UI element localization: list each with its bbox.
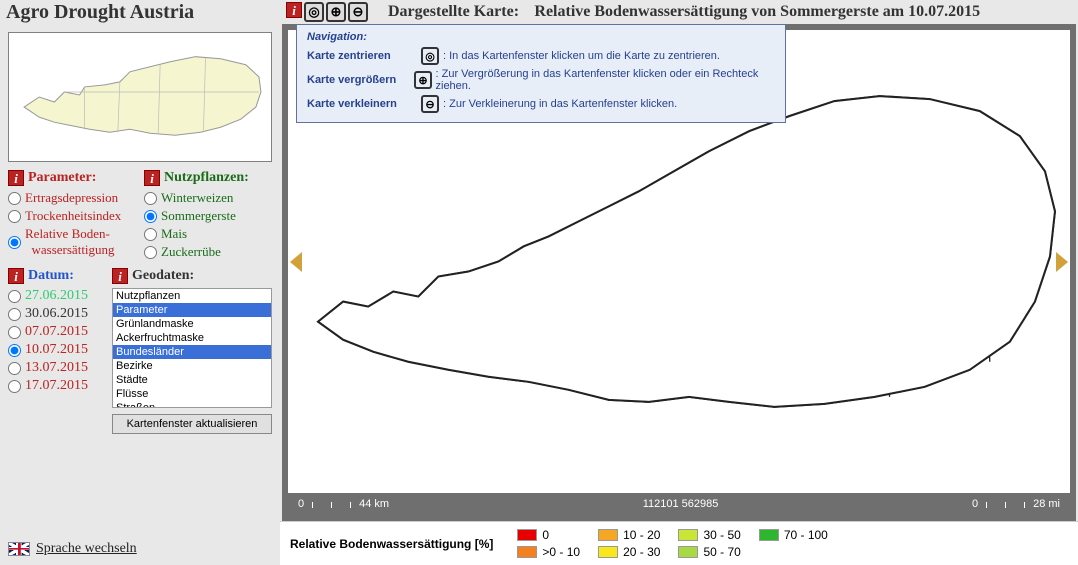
info-icon[interactable]: i [8,170,24,186]
legend-item: 50 - 70 [678,545,740,559]
cursor-coords: 112101 562985 [643,498,719,510]
listbox-item[interactable]: Parameter [113,303,271,317]
parameter-radio[interactable]: Relative Boden- wassersättigung [8,226,136,258]
overview-map[interactable] [8,32,272,162]
datum-heading: Datum: [28,268,74,284]
pan-right-icon[interactable] [1056,252,1068,272]
uk-flag-icon[interactable] [8,542,30,556]
minus-icon: ⊖ [421,95,439,113]
plus-icon: ⊕ [414,71,431,89]
date-radio[interactable]: 17.07.2015 [8,378,104,394]
parameter-radio[interactable]: Trockenheitsindex [8,208,136,224]
legend-item: >0 - 10 [517,545,580,559]
sidebar: iParameter: ErtragsdepressionTrockenheit… [0,24,280,565]
crop-radio[interactable]: Zuckerrübe [144,244,272,260]
legend-item: 20 - 30 [598,545,660,559]
crop-radio[interactable]: Sommergerste [144,208,272,224]
listbox-item[interactable]: Grünlandmaske [113,317,271,331]
legend-item: 10 - 20 [598,528,660,542]
legend: Relative Bodenwassersättigung [%] 0 >0 - … [280,521,1078,565]
crop-radio[interactable]: Mais [144,226,272,242]
listbox-item[interactable]: Ackerfruchtmaske [113,331,271,345]
date-radio[interactable]: 30.06.2015 [8,306,104,322]
date-radio[interactable]: 10.07.2015 [8,342,104,358]
zoom-out-icon[interactable]: ⊖ [348,2,368,22]
listbox-item[interactable]: Städte [113,373,271,387]
update-map-button[interactable]: Kartenfenster aktualisieren [112,414,272,434]
header: Agro Drought Austria i ◎ ⊕ ⊖ Dargestellt… [0,0,1078,24]
scale-bar: 0 44 km 112101 562985 0 28 mi [288,493,1070,515]
listbox-item[interactable]: Bezirke [113,359,271,373]
info-icon[interactable]: i [8,268,24,284]
legend-item: 70 - 100 [759,528,828,542]
crops-heading: Nutzpflanzen: [164,170,249,186]
info-icon[interactable]: i [112,268,128,284]
date-radio[interactable]: 07.07.2015 [8,324,104,340]
listbox-item[interactable]: Nutzpflanzen [113,289,271,303]
geodaten-heading: Geodaten: [132,268,194,284]
language-switch-link[interactable]: Sprache wechseln [36,541,137,557]
legend-item: 30 - 50 [678,528,740,542]
date-radio[interactable]: 13.07.2015 [8,360,104,376]
center-icon[interactable]: ◎ [304,2,324,22]
info-icon[interactable]: i [286,2,302,18]
listbox-item[interactable]: Straßen [113,401,271,408]
parameter-radio[interactable]: Ertragsdepression [8,190,136,206]
legend-item: 0 [517,528,580,542]
parameter-heading: Parameter: [28,170,96,186]
app-title: Agro Drought Austria [6,1,286,24]
target-icon: ◎ [421,47,439,65]
info-icon[interactable]: i [144,170,160,186]
geodaten-listbox[interactable]: NutzpflanzenParameterGrünlandmaskeAckerf… [112,288,272,408]
date-radio[interactable]: 27.06.2015 [8,288,104,304]
navigation-tooltip: Navigation: Karte zentrieren◎: In das Ka… [296,24,786,123]
listbox-item[interactable]: Bundesländer [113,345,271,359]
crop-radio[interactable]: Winterweizen [144,190,272,206]
zoom-in-icon[interactable]: ⊕ [326,2,346,22]
pan-left-icon[interactable] [290,252,302,272]
map-caption: Dargestellte Karte: Relative Bodenwasser… [388,3,980,21]
legend-title: Relative Bodenwassersättigung [%] [290,537,493,551]
listbox-item[interactable]: Flüsse [113,387,271,401]
